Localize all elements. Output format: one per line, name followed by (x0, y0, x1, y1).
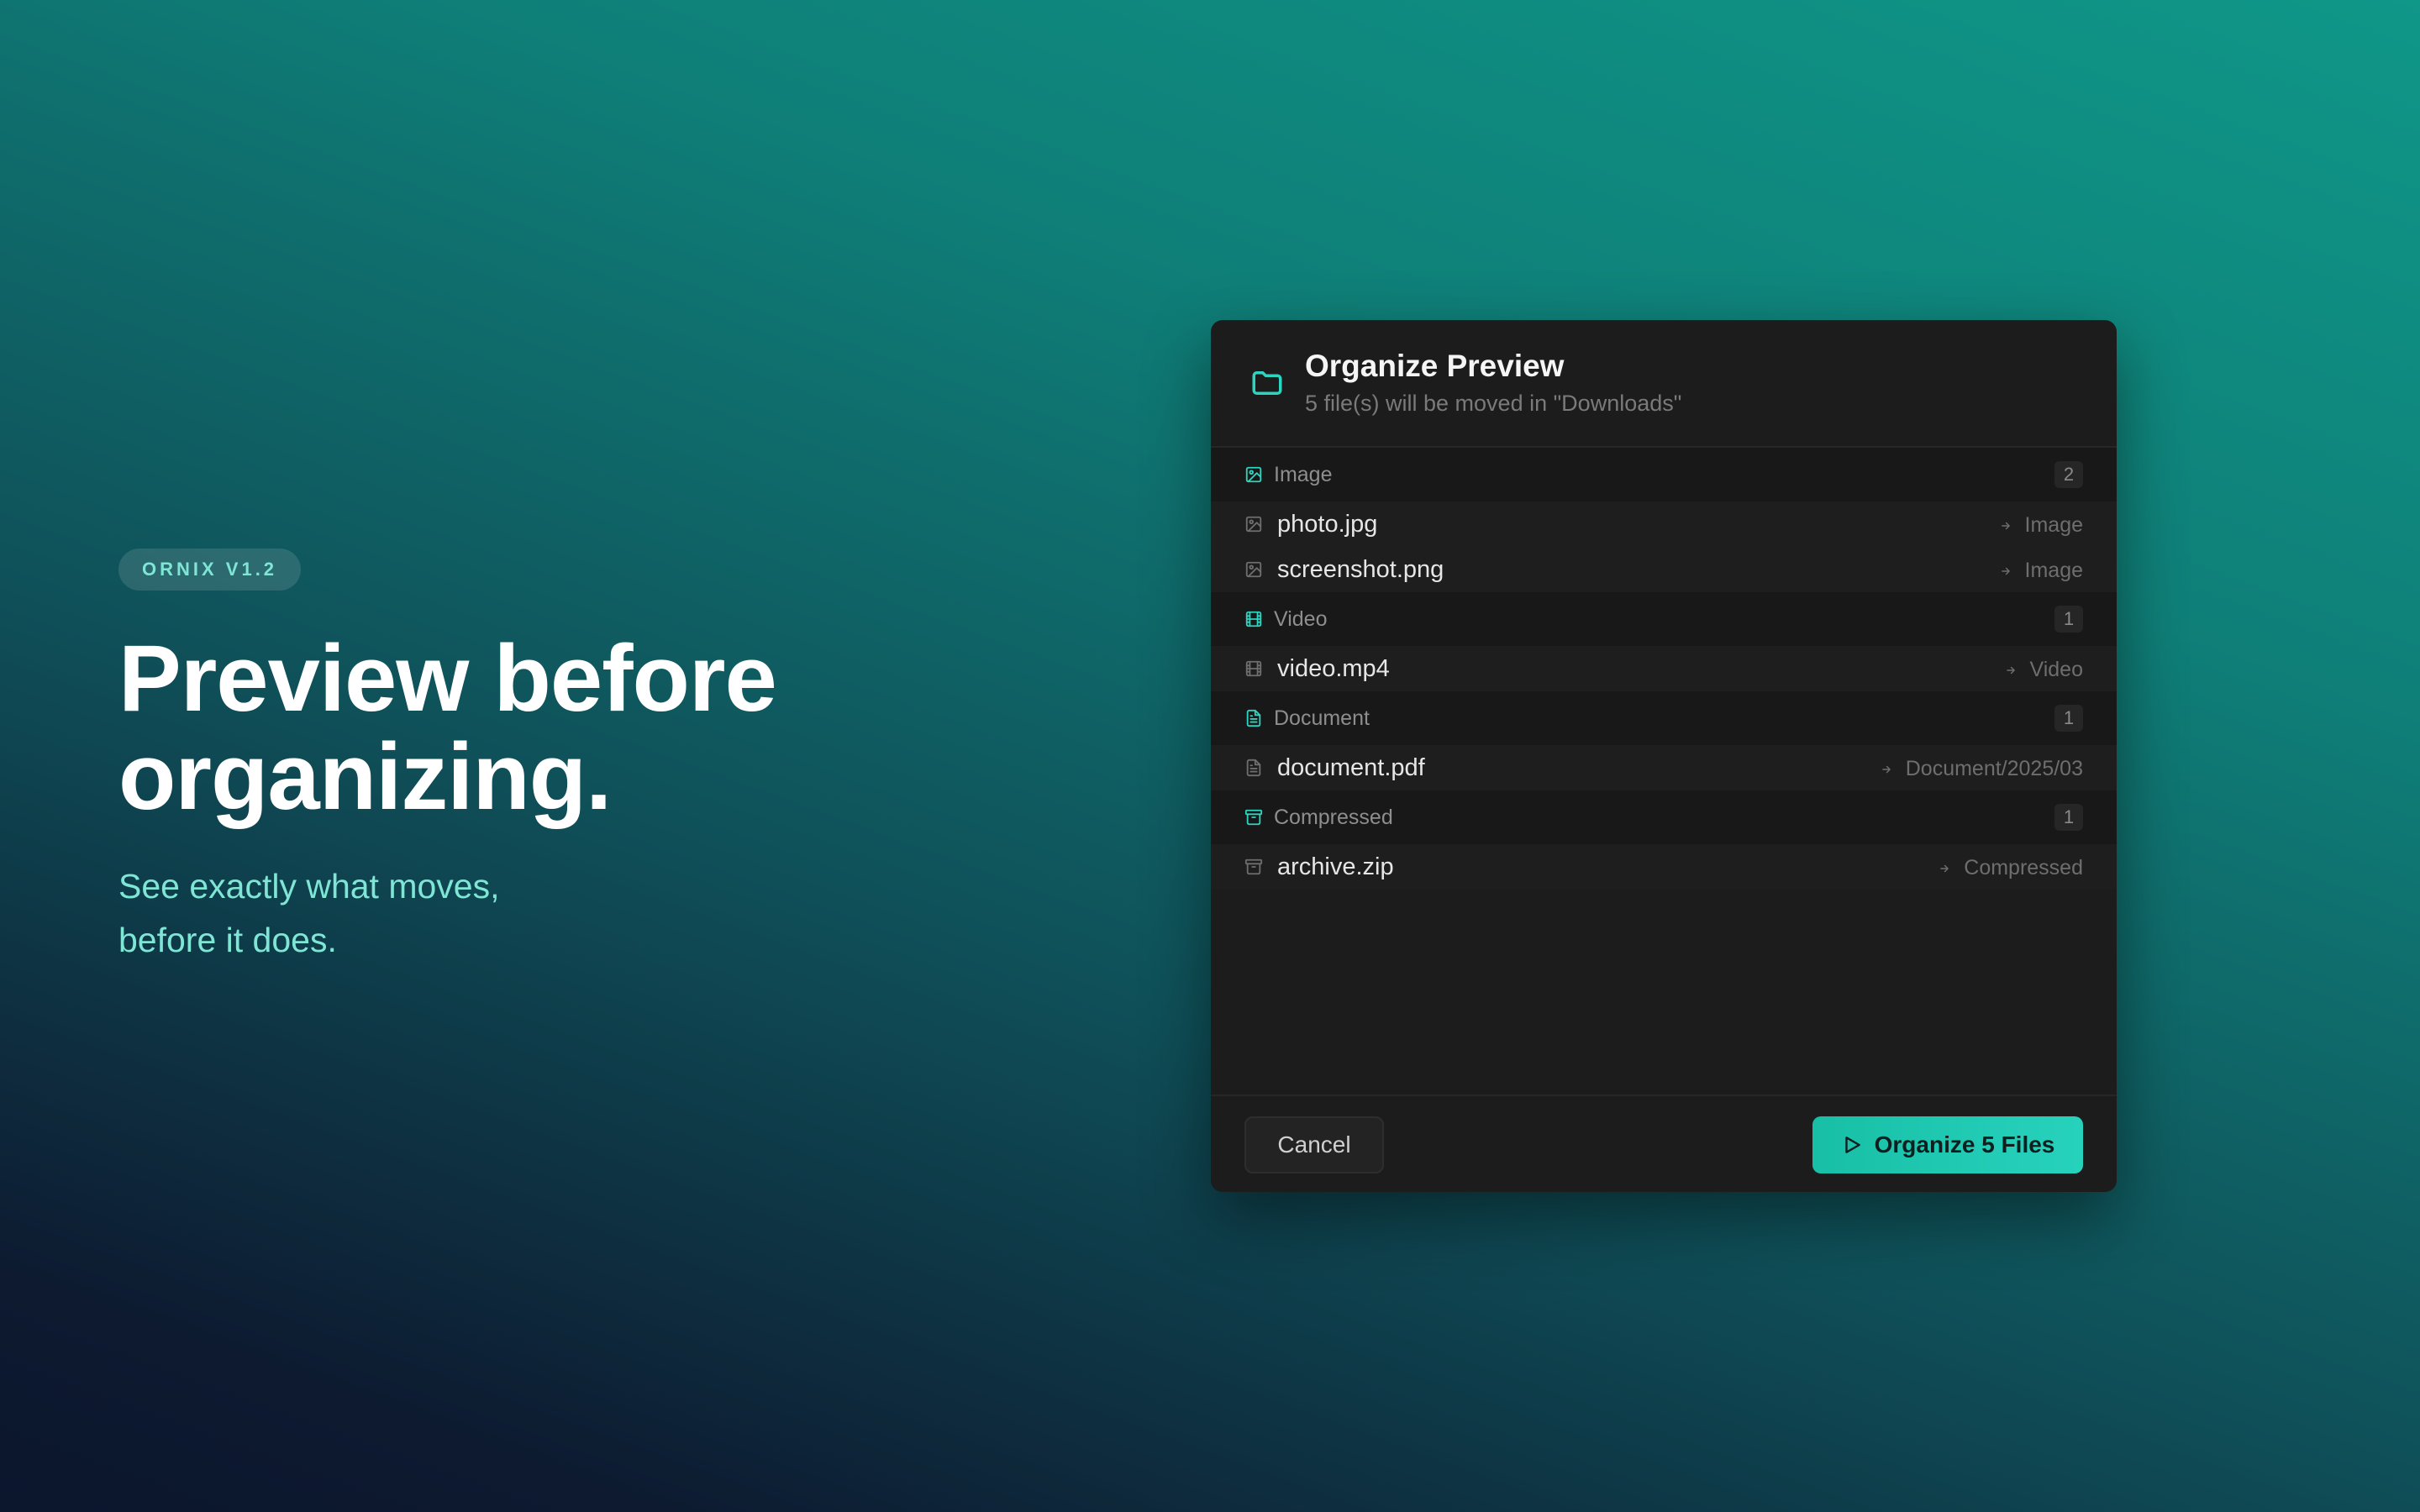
group-name: Image (1274, 463, 1333, 486)
file-row[interactable]: screenshot.png Image (1211, 547, 2117, 592)
hero-section: ORNIX V1.2 Preview before organizing. Se… (118, 549, 1043, 967)
headline-line-2: organizing. (118, 724, 612, 829)
file-destination: Compressed (1939, 856, 2083, 880)
file-destination: Image (2000, 559, 2083, 583)
file-name: screenshot.png (1277, 556, 1444, 583)
dialog-subtitle: 5 file(s) will be moved in "Downloads" (1305, 391, 1682, 416)
group-header-image[interactable]: Image 2 (1211, 448, 2117, 501)
group-header-compressed[interactable]: Compressed 1 (1211, 790, 2117, 844)
group-count-badge: 1 (2054, 705, 2083, 732)
dialog-title: Organize Preview (1305, 349, 1565, 383)
play-icon (1844, 1137, 1860, 1153)
archive-icon (1244, 809, 1263, 826)
dialog-header: Organize Preview 5 file(s) will be moved… (1211, 320, 2117, 448)
group-header-document[interactable]: Document 1 (1211, 691, 2117, 745)
dialog-footer: Cancel Organize 5 Files (1211, 1095, 2117, 1192)
group-count-badge: 2 (2054, 461, 2083, 488)
image-icon (1245, 516, 1262, 533)
image-icon (1245, 466, 1262, 483)
arrow-right-icon (2001, 567, 2010, 575)
group-count-badge: 1 (2054, 804, 2083, 831)
folder-icon (1252, 371, 1282, 395)
file-row[interactable]: photo.jpg Image (1211, 501, 2117, 547)
file-name: archive.zip (1277, 853, 1394, 880)
group-name: Compressed (1274, 806, 1393, 829)
subline-line-1: See exactly what moves, (118, 867, 500, 906)
document-icon (1246, 759, 1261, 777)
headline-line-1: Preview before (118, 626, 777, 731)
destination-folder: Video (2029, 658, 2084, 681)
image-icon (1245, 561, 1262, 578)
group-name: Video (1274, 607, 1328, 631)
group-name: Document (1274, 706, 1370, 730)
file-destination: Video (2005, 658, 2084, 682)
organize-files-button[interactable]: Organize 5 Files (1812, 1116, 2083, 1173)
subline-line-2: before it does. (118, 921, 337, 959)
arrow-right-icon (1881, 765, 1891, 773)
file-destination: Image (2000, 513, 2083, 538)
destination-folder: Document/2025/03 (1905, 757, 2083, 780)
hero-headline: Preview before organizing. (118, 629, 1043, 826)
group-count-badge: 1 (2054, 606, 2083, 633)
archive-icon (1244, 858, 1263, 875)
destination-folder: Compressed (1964, 856, 2083, 879)
file-row[interactable]: archive.zip Compressed (1211, 844, 2117, 890)
hero-subline: See exactly what moves, before it does. (118, 859, 1043, 967)
file-name: photo.jpg (1277, 511, 1378, 538)
group-header-video[interactable]: Video 1 (1211, 592, 2117, 646)
film-icon (1245, 660, 1262, 677)
file-name: document.pdf (1277, 754, 1425, 781)
arrow-right-icon (2001, 522, 2010, 529)
version-badge: ORNIX V1.2 (118, 549, 302, 591)
file-row[interactable]: video.mp4 Video (1211, 646, 2117, 691)
file-row[interactable]: document.pdf Document/2025/03 (1211, 745, 2117, 790)
cancel-button[interactable]: Cancel (1244, 1116, 1384, 1173)
arrow-right-icon (1940, 864, 1949, 872)
destination-folder: Image (2024, 513, 2083, 537)
organize-preview-dialog: Organize Preview 5 file(s) will be moved… (1211, 320, 2117, 1192)
destination-folder: Image (2024, 559, 2083, 582)
file-name: video.mp4 (1277, 655, 1390, 682)
arrow-right-icon (2006, 666, 2015, 674)
document-icon (1246, 709, 1261, 727)
file-destination: Document/2025/03 (1881, 757, 2083, 781)
organize-button-label: Organize 5 Files (1874, 1131, 2055, 1158)
film-icon (1245, 611, 1262, 627)
